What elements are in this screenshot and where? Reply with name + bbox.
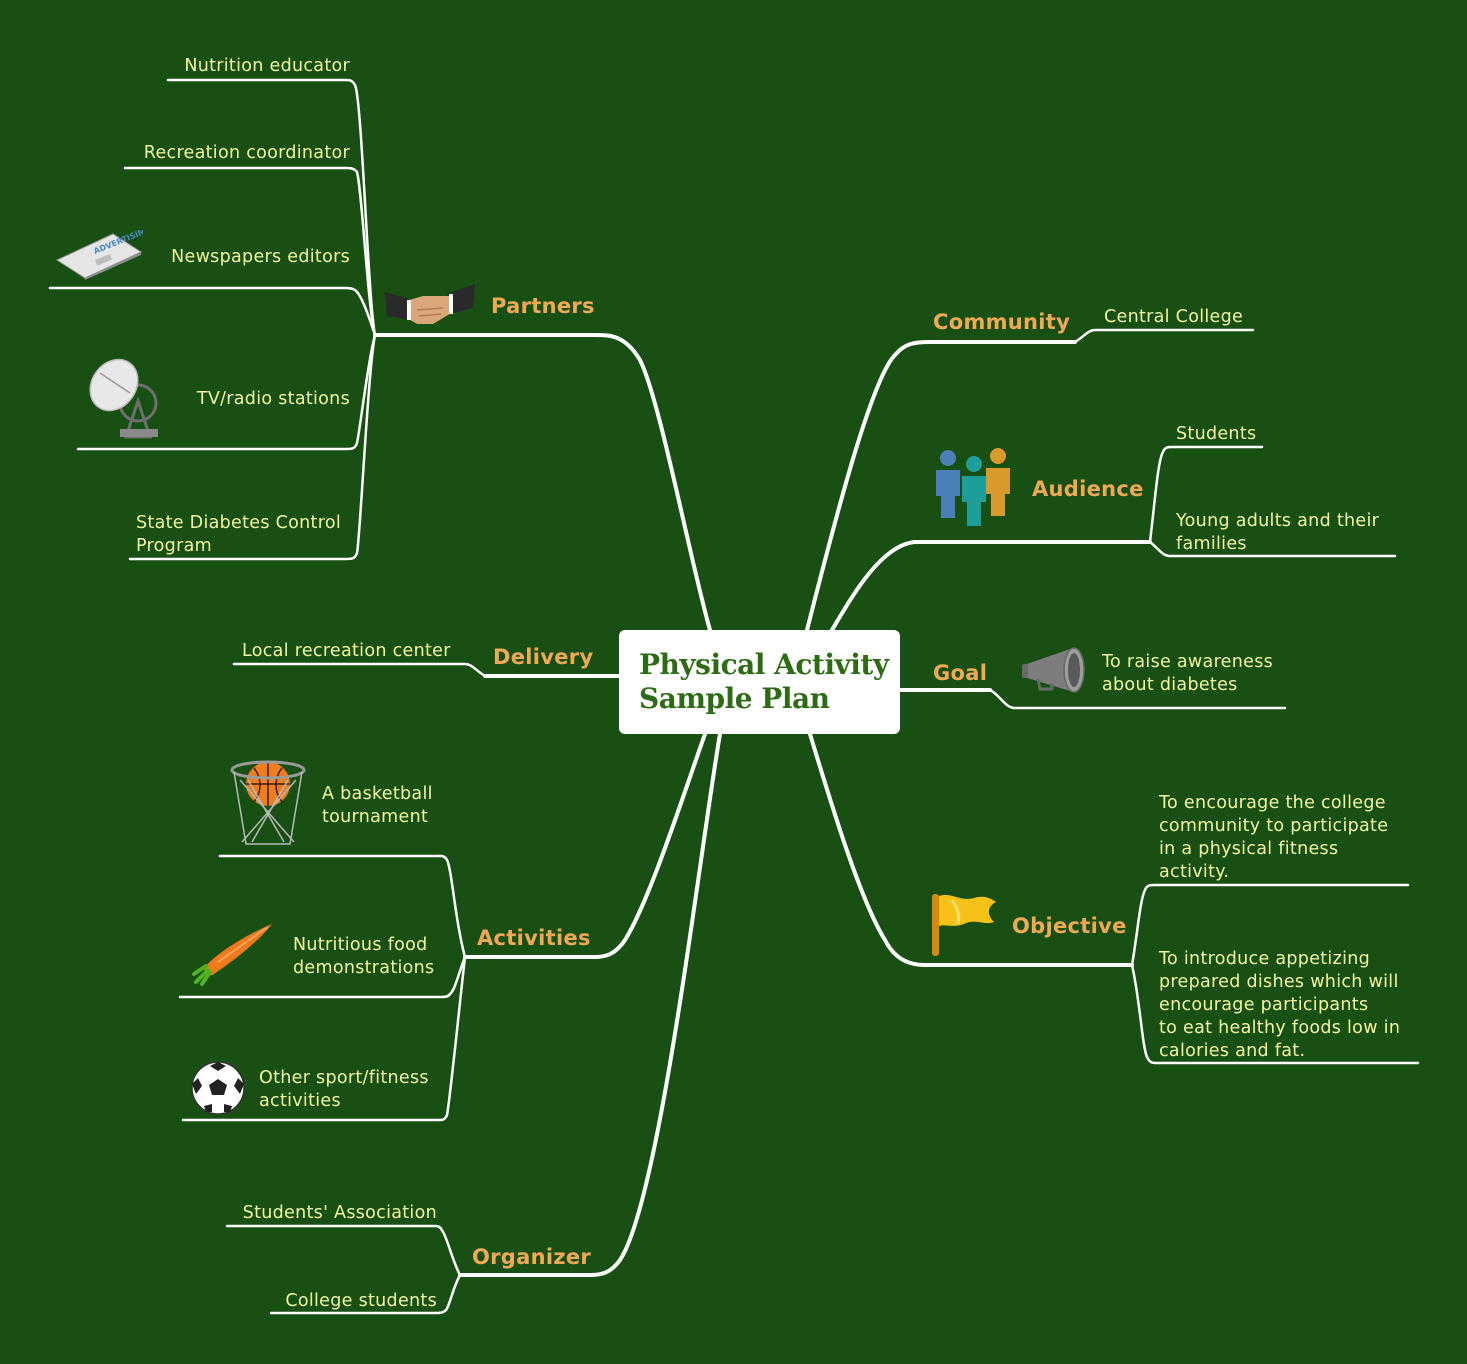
central-topic-line2: Sample Plan [639, 682, 830, 715]
subtopic-tv-radio-stations[interactable]: TV/radio stations [197, 388, 350, 411]
subtopic-encourage-line1: To encourage the college [1159, 793, 1386, 813]
link-root-organizer [458, 732, 722, 1277]
subtopic-college-students[interactable]: College students [285, 1290, 437, 1313]
subtopic-nutritious-food[interactable]: Nutritious food demonstrations [293, 934, 434, 980]
subtopic-state-diabetes-line2: Program [136, 536, 212, 556]
topic-activities[interactable]: Activities [477, 926, 591, 950]
subtopic-nutritious-line1: Nutritious food [293, 935, 428, 955]
subtopic-nutritious-line2: demonstrations [293, 958, 435, 978]
subtopic-central-college[interactable]: Central College [1104, 306, 1243, 329]
subtopic-encourage-line2: community to participate [1159, 816, 1389, 836]
topic-goal[interactable]: Goal [933, 661, 987, 685]
subtopic-recreation-coordinator[interactable]: Recreation coordinator [144, 142, 350, 165]
subtopic-other-sport-line1: Other sport/fitness [259, 1068, 429, 1088]
subtopic-raise-awareness-line2: about diabetes [1102, 675, 1238, 695]
subtopic-students-association[interactable]: Students' Association [243, 1202, 437, 1225]
topic-partners[interactable]: Partners [491, 294, 595, 318]
megaphone-icon [1020, 645, 1088, 697]
subtopic-basketball-line1: A basketball [322, 784, 433, 804]
central-topic-line1: Physical Activity [639, 648, 889, 681]
subtopic-introduce-line5: calories and fat. [1159, 1041, 1306, 1061]
subtopic-newspapers-editors[interactable]: Newspapers editors [171, 246, 350, 269]
subtopic-introduce-line1: To introduce appetizing [1159, 949, 1371, 969]
central-topic[interactable]: Physical Activity Sample Plan [619, 630, 900, 734]
people-group-icon [932, 446, 1016, 530]
link-delivery-local [232, 662, 487, 678]
flag-icon [930, 892, 1000, 958]
subtopic-basketball-line2: tournament [322, 807, 429, 827]
topic-community[interactable]: Community [933, 310, 1070, 334]
subtopic-young-adults[interactable]: Young adults and their families [1176, 510, 1379, 556]
subtopic-raise-awareness[interactable]: To raise awareness about diabetes [1102, 651, 1273, 697]
link-root-activities [463, 732, 707, 959]
link-partners-nutrition [166, 78, 377, 337]
topic-audience[interactable]: Audience [1032, 477, 1144, 501]
subtopic-state-diabetes-program[interactable]: State Diabetes Control Program [136, 512, 341, 558]
subtopic-state-diabetes-line1: State Diabetes Control [136, 513, 341, 533]
subtopic-introduce-line4: to eat healthy foods low in [1159, 1018, 1401, 1038]
topic-objective[interactable]: Objective [1012, 914, 1127, 938]
subtopic-basketball-tournament[interactable]: A basketball tournament [322, 783, 433, 829]
subtopic-encourage-line3: in a physical fitness [1159, 839, 1339, 859]
subtopic-introduce-line3: encourage participants [1159, 995, 1369, 1015]
topic-delivery[interactable]: Delivery [493, 645, 593, 669]
subtopic-nutrition-educator[interactable]: Nutrition educator [184, 55, 350, 78]
newspaper-icon: ADVERTISING [55, 230, 143, 280]
handshake-icon [383, 282, 477, 328]
subtopic-introduce-line2: prepared dishes which will [1159, 972, 1399, 992]
subtopic-students[interactable]: Students [1176, 423, 1256, 446]
subtopic-introduce-dishes[interactable]: To introduce appetizing prepared dishes … [1159, 948, 1400, 1063]
subtopic-young-adults-line2: families [1176, 534, 1247, 554]
subtopic-local-recreation-center[interactable]: Local recreation center [242, 640, 451, 663]
subtopic-other-sport[interactable]: Other sport/fitness activities [259, 1067, 429, 1113]
link-root-audience [830, 540, 1152, 632]
subtopic-young-adults-line1: Young adults and their [1176, 511, 1380, 531]
carrot-icon [188, 922, 276, 988]
topic-organizer[interactable]: Organizer [472, 1245, 591, 1269]
link-root-partners [373, 333, 712, 632]
subtopic-encourage-community[interactable]: To encourage the college community to pa… [1159, 792, 1388, 884]
satellite-dish-icon [86, 355, 164, 439]
basketball-hoop-icon [228, 760, 308, 848]
link-partners-newspapers [48, 286, 377, 337]
subtopic-encourage-line4: activity. [1159, 862, 1230, 882]
soccer-ball-icon [190, 1060, 246, 1116]
link-organizer-association [225, 1224, 462, 1277]
link-community-central [1073, 328, 1255, 344]
subtopic-other-sport-line2: activities [259, 1091, 341, 1111]
subtopic-raise-awareness-line1: To raise awareness [1102, 652, 1274, 672]
